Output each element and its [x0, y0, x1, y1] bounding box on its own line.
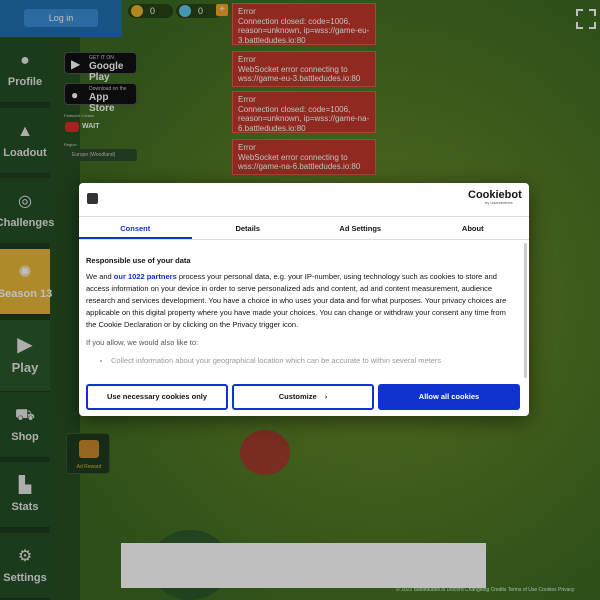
consent-text: We and our 1022 partners process your pe…: [86, 271, 516, 331]
site-logo: [87, 193, 98, 204]
chevron-right-icon: ›: [324, 392, 328, 401]
tab-ad-settings[interactable]: Ad Settings: [304, 217, 417, 239]
cookie-consent-dialog: Cookiebot by Usercentrics Consent Detail…: [79, 183, 529, 416]
customize-button[interactable]: Customize ›: [232, 384, 374, 410]
cookiebot-logo-sub: by Usercentrics: [485, 200, 513, 205]
consent-actions: Use necessary cookies only Customize › A…: [86, 384, 522, 410]
allow-all-button[interactable]: Allow all cookies: [378, 384, 520, 410]
tab-details[interactable]: Details: [192, 217, 305, 239]
consent-scrollbar[interactable]: [524, 243, 527, 378]
allow-intro: If you allow, we would also like to:: [86, 338, 199, 347]
consent-body: Responsible use of your data We and our …: [86, 255, 516, 367]
customize-label: Customize: [278, 392, 317, 401]
necessary-cookies-button[interactable]: Use necessary cookies only: [86, 384, 228, 410]
tab-about[interactable]: About: [417, 217, 530, 239]
consent-heading: Responsible use of your data: [86, 256, 191, 265]
partners-link[interactable]: our 1022 partners: [114, 272, 177, 281]
tab-consent[interactable]: Consent: [79, 217, 192, 239]
consent-text-pre: We and: [86, 272, 114, 281]
consent-tabs: Consent Details Ad Settings About: [79, 216, 529, 240]
consent-bullet: Collect information about your geographi…: [111, 355, 516, 367]
